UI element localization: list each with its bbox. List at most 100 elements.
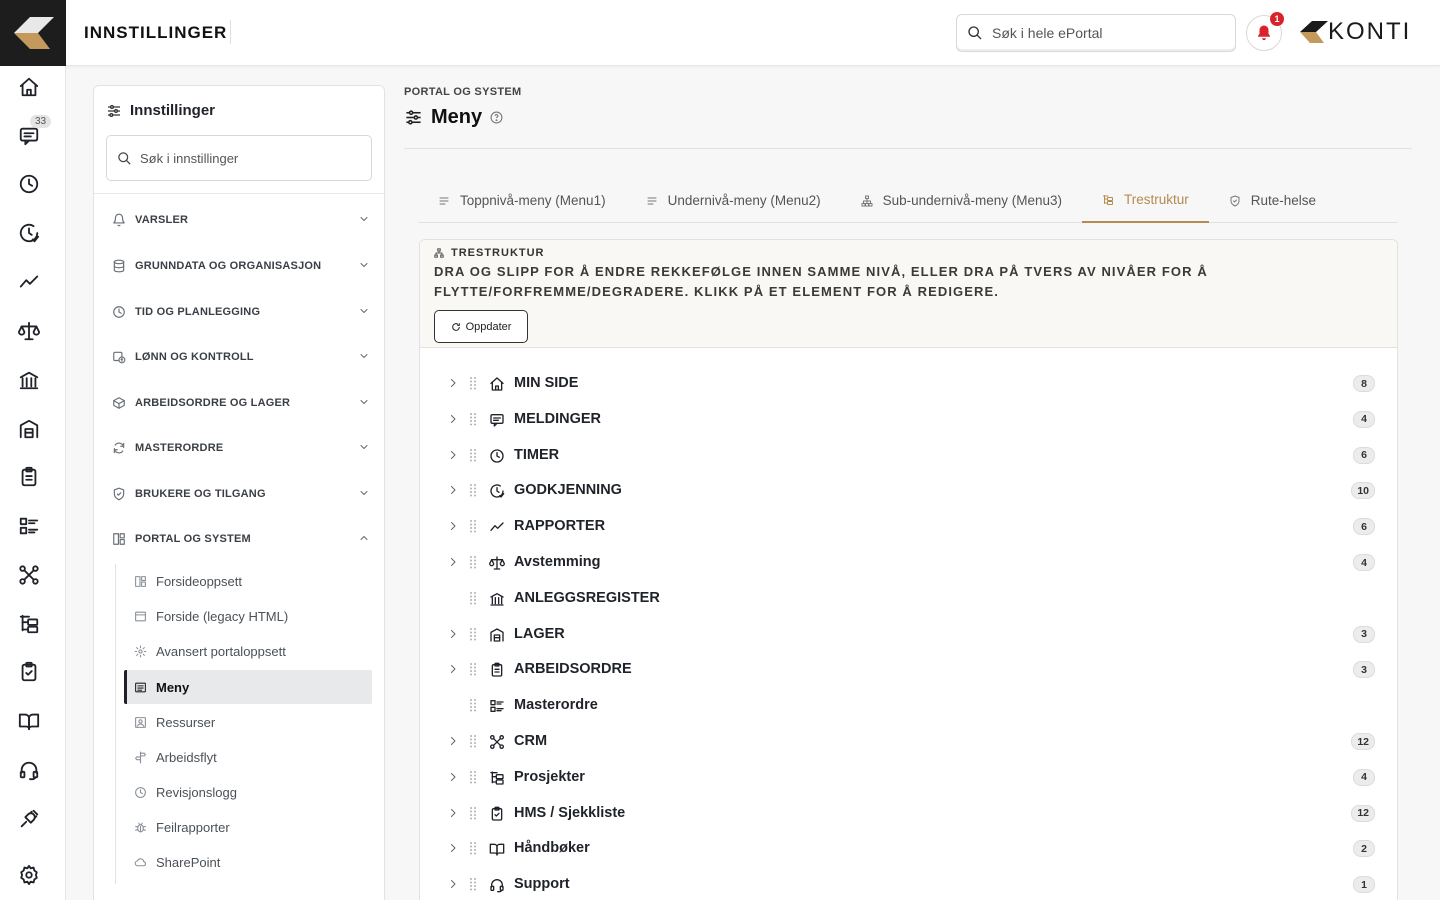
rail-approval-clock-icon[interactable] [15,219,43,247]
chevron-right-icon[interactable] [447,878,459,890]
settings-subitem-7[interactable]: Feilrapporter [124,810,372,844]
chevron-right-icon[interactable] [447,556,459,568]
drag-handle-icon[interactable] [469,412,477,426]
rail-tree-icon[interactable] [15,610,43,638]
settings-section-3[interactable]: LØNN OG KONTROLL [94,335,384,379]
settings-subitem-0[interactable]: Forsideoppsett [124,564,372,598]
rail-list-icon[interactable] [15,512,43,540]
tree-card-header: TRESTRUKTUR DRA OG SLIPP FOR Å ENDRE REK… [420,240,1397,348]
chevron-right-icon[interactable] [447,807,459,819]
settings-section-1[interactable]: GRUNNDATA OG ORGANISASJON [94,244,384,288]
chevron-right-icon[interactable] [447,663,459,675]
tree-row[interactable]: TIMER 6 [420,437,1397,473]
tree-row[interactable]: Support 1 [420,866,1397,900]
chevron-right-icon[interactable] [447,735,459,747]
child-count-badge: 4 [1353,410,1375,428]
tab-3[interactable]: Trestruktur [1081,178,1209,223]
rail-clipboard-icon[interactable] [15,463,43,491]
rail-crm-icon[interactable] [15,561,43,589]
drag-handle-icon[interactable] [469,519,477,533]
chevron-right-icon[interactable] [447,842,459,854]
subitem-guide-line [115,564,116,884]
settings-subitem-label: Avansert portaloppsett [156,643,286,659]
chevron-right-icon[interactable] [447,377,459,389]
tree-card-label: TRESTRUKTUR [434,247,1383,259]
drag-handle-icon[interactable] [469,448,477,462]
settings-search-input[interactable]: Søk i innstillinger [106,135,372,181]
global-search-input[interactable]: Søk i hele ePortal [956,14,1236,52]
drag-handle-icon[interactable] [469,376,477,390]
tree-row[interactable]: HMS / Sjekkliste 12 [420,795,1397,831]
settings-section-0[interactable]: VARSLER [94,198,384,242]
rail-plug-icon[interactable] [15,805,43,833]
tree-row[interactable]: GODKJENNING 10 [420,472,1397,508]
building-icon [488,590,506,608]
tree-row[interactable]: ARBEIDSORDRE 3 [420,651,1397,687]
rail-balance-icon[interactable] [15,317,43,345]
rail-building-icon[interactable] [15,366,43,394]
chevron-down-icon [358,396,370,408]
rail-chart-icon[interactable] [15,268,43,296]
drag-handle-icon[interactable] [469,770,477,784]
chevron-right-icon[interactable] [447,628,459,640]
drag-handle-icon[interactable] [469,662,477,676]
drag-handle-icon[interactable] [469,698,477,712]
settings-section-7[interactable]: PORTAL OG SYSTEM [94,517,384,561]
tab-1[interactable]: Undernivå-meny (Menu2) [626,178,841,223]
rail-book-icon[interactable] [15,707,43,735]
tree-row[interactable]: MIN SIDE 8 [420,365,1397,401]
settings-subitem-3[interactable]: Meny [124,670,372,704]
chevron-right-icon[interactable] [447,449,459,461]
payroll-icon [112,350,126,364]
rail-home-icon[interactable] [15,73,43,101]
tree-row[interactable]: MELDINGER 4 [420,401,1397,437]
tree-row[interactable]: Håndbøker 2 [420,830,1397,866]
konti-logo-icon[interactable] [0,0,66,66]
help-icon[interactable] [490,111,503,124]
tree-row[interactable]: LAGER 3 [420,616,1397,652]
drag-handle-icon[interactable] [469,591,477,605]
drag-handle-icon[interactable] [469,841,477,855]
settings-subitem-6[interactable]: Revisjonslogg [124,775,372,809]
child-count-badge: 6 [1353,446,1375,464]
rail-headset-icon[interactable] [15,756,43,784]
tree-row[interactable]: Avstemming 4 [420,544,1397,580]
refresh-button-label: Oppdater [465,320,512,333]
settings-section-4[interactable]: ARBEIDSORDRE OG LAGER [94,381,384,425]
settings-section-6[interactable]: BRUKERE OG TILGANG [94,472,384,516]
tree-row[interactable]: ANLEGGSREGISTER [420,580,1397,616]
tab-label: Toppnivå-meny (Menu1) [460,193,606,208]
tab-2[interactable]: Sub-undernivå-meny (Menu3) [841,178,1082,223]
refresh-button[interactable]: Oppdater [434,310,528,343]
tree-row[interactable]: CRM 12 [420,723,1397,759]
drag-handle-icon[interactable] [469,627,477,641]
chevron-right-icon[interactable] [447,520,459,532]
tree-row[interactable]: RAPPORTER 6 [420,508,1397,544]
chevron-right-icon[interactable] [447,413,459,425]
settings-subitem-2[interactable]: Avansert portaloppsett [124,634,372,668]
chevron-down-icon [358,213,370,225]
tab-0[interactable]: Toppnivå-meny (Menu1) [418,178,626,223]
rail-gear-icon[interactable] [15,861,43,889]
drag-handle-icon[interactable] [469,734,477,748]
tree-row[interactable]: Prosjekter 4 [420,759,1397,795]
tree-row[interactable]: Masterordre [420,687,1397,723]
settings-subitem-4[interactable]: Ressurser [124,705,372,739]
drag-handle-icon[interactable] [469,555,477,569]
drag-handle-icon[interactable] [469,483,477,497]
drag-handle-icon[interactable] [469,877,477,891]
search-icon [967,25,983,41]
refresh-icon [112,441,126,455]
drag-handle-icon[interactable] [469,806,477,820]
settings-subitem-8[interactable]: SharePoint [124,845,372,879]
chevron-right-icon[interactable] [447,771,459,783]
chevron-right-icon[interactable] [447,484,459,496]
rail-warehouse-icon[interactable] [15,415,43,443]
tab-4[interactable]: Rute-helse [1209,178,1336,223]
settings-section-5[interactable]: MASTERORDRE [94,426,384,470]
rail-clock-icon[interactable] [15,170,43,198]
settings-subitem-1[interactable]: Forside (legacy HTML) [124,599,372,633]
rail-checklist-icon[interactable] [15,658,43,686]
settings-section-2[interactable]: TID OG PLANLEGGING [94,290,384,334]
settings-subitem-5[interactable]: Arbeidsflyt [124,740,372,774]
